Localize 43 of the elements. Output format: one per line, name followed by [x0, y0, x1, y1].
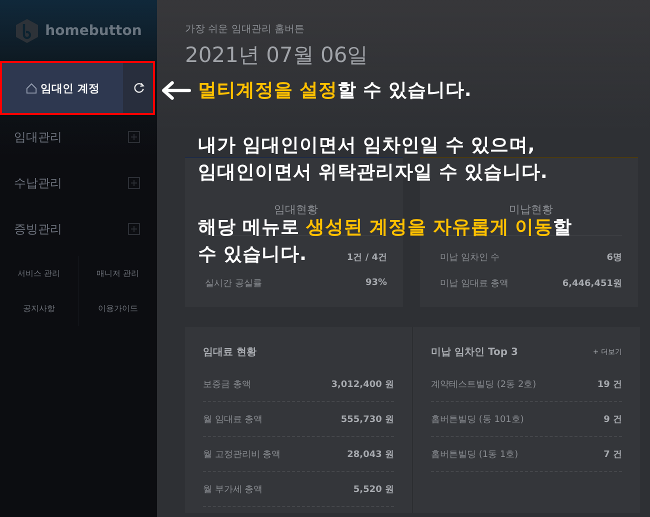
- sidebar-link[interactable]: 공지사항: [0, 291, 78, 326]
- row-label: 홈버튼빌딩 (동 101호): [431, 414, 524, 426]
- row-label: 계약테스트빌딩 (2동 2호): [431, 378, 536, 390]
- row-value: 1건 / 4건: [346, 252, 387, 264]
- row-label: 월 임대료 총액: [203, 414, 263, 426]
- row-label: 홈버튼빌딩 (1동 1호): [431, 448, 518, 460]
- refresh-button[interactable]: [123, 62, 155, 114]
- callout-text: 임대인이면서 위탁관리자일 수 있습니다.: [198, 161, 548, 185]
- row-label: 월 부가세 총액: [203, 484, 263, 496]
- sidebar-link[interactable]: 서비스 관리: [0, 256, 78, 291]
- row-label: 미납 임차인 수: [440, 252, 500, 264]
- menu-item[interactable]: 수납관리: [0, 160, 157, 206]
- sidebar-link[interactable]: 이용가이드: [78, 291, 157, 326]
- row-label: 월 고정관리비 총액: [203, 448, 281, 460]
- row-value: 6명: [606, 252, 622, 264]
- page-subtitle: 가장 쉬운 임대관리 홈버튼: [185, 23, 306, 36]
- row-value: 19 건: [597, 378, 622, 390]
- row-label: 미납 임대료 총액: [440, 278, 509, 290]
- logo-icon: [15, 18, 40, 44]
- row-label: 실시간 공실률: [205, 278, 262, 290]
- row-label: 보증금 총액: [203, 378, 251, 390]
- row-value: 5,520 원: [353, 484, 394, 496]
- row-value: 555,730 원: [340, 414, 394, 426]
- row-value: 6,446,451원: [562, 278, 622, 290]
- panel-title: 임대료 현황: [203, 346, 258, 359]
- callout-text: 수 있습니다.: [198, 243, 306, 267]
- refresh-icon: [133, 82, 145, 94]
- row-value: 9 건: [604, 414, 622, 426]
- sidebar-link[interactable]: 매니저 관리: [78, 256, 157, 291]
- row-value: 28,043 원: [347, 448, 394, 460]
- logo-text: homebutton: [45, 23, 142, 39]
- row-value: 3,012,400 원: [331, 378, 394, 390]
- row-value: 93%: [365, 278, 387, 288]
- callout-text: 해당 메뉴로 생성된 계정을 자유롭게 이동할: [198, 216, 572, 240]
- page-date: 2021년 07월 06일: [185, 42, 370, 69]
- home-icon: [26, 82, 37, 94]
- row-value: 7 건: [604, 448, 622, 460]
- panel-title: 미납 임차인 Top 3: [431, 346, 518, 359]
- account-button[interactable]: 임대인 계정: [2, 62, 123, 114]
- menu-item[interactable]: 임대관리: [0, 114, 157, 160]
- callout-text: 멀티계정을 설정할 수 있습니다.: [198, 79, 472, 103]
- callout-text: 내가 임대인이면서 임차인일 수 있으며,: [198, 134, 535, 158]
- menu-item[interactable]: 증빙관리: [0, 206, 157, 252]
